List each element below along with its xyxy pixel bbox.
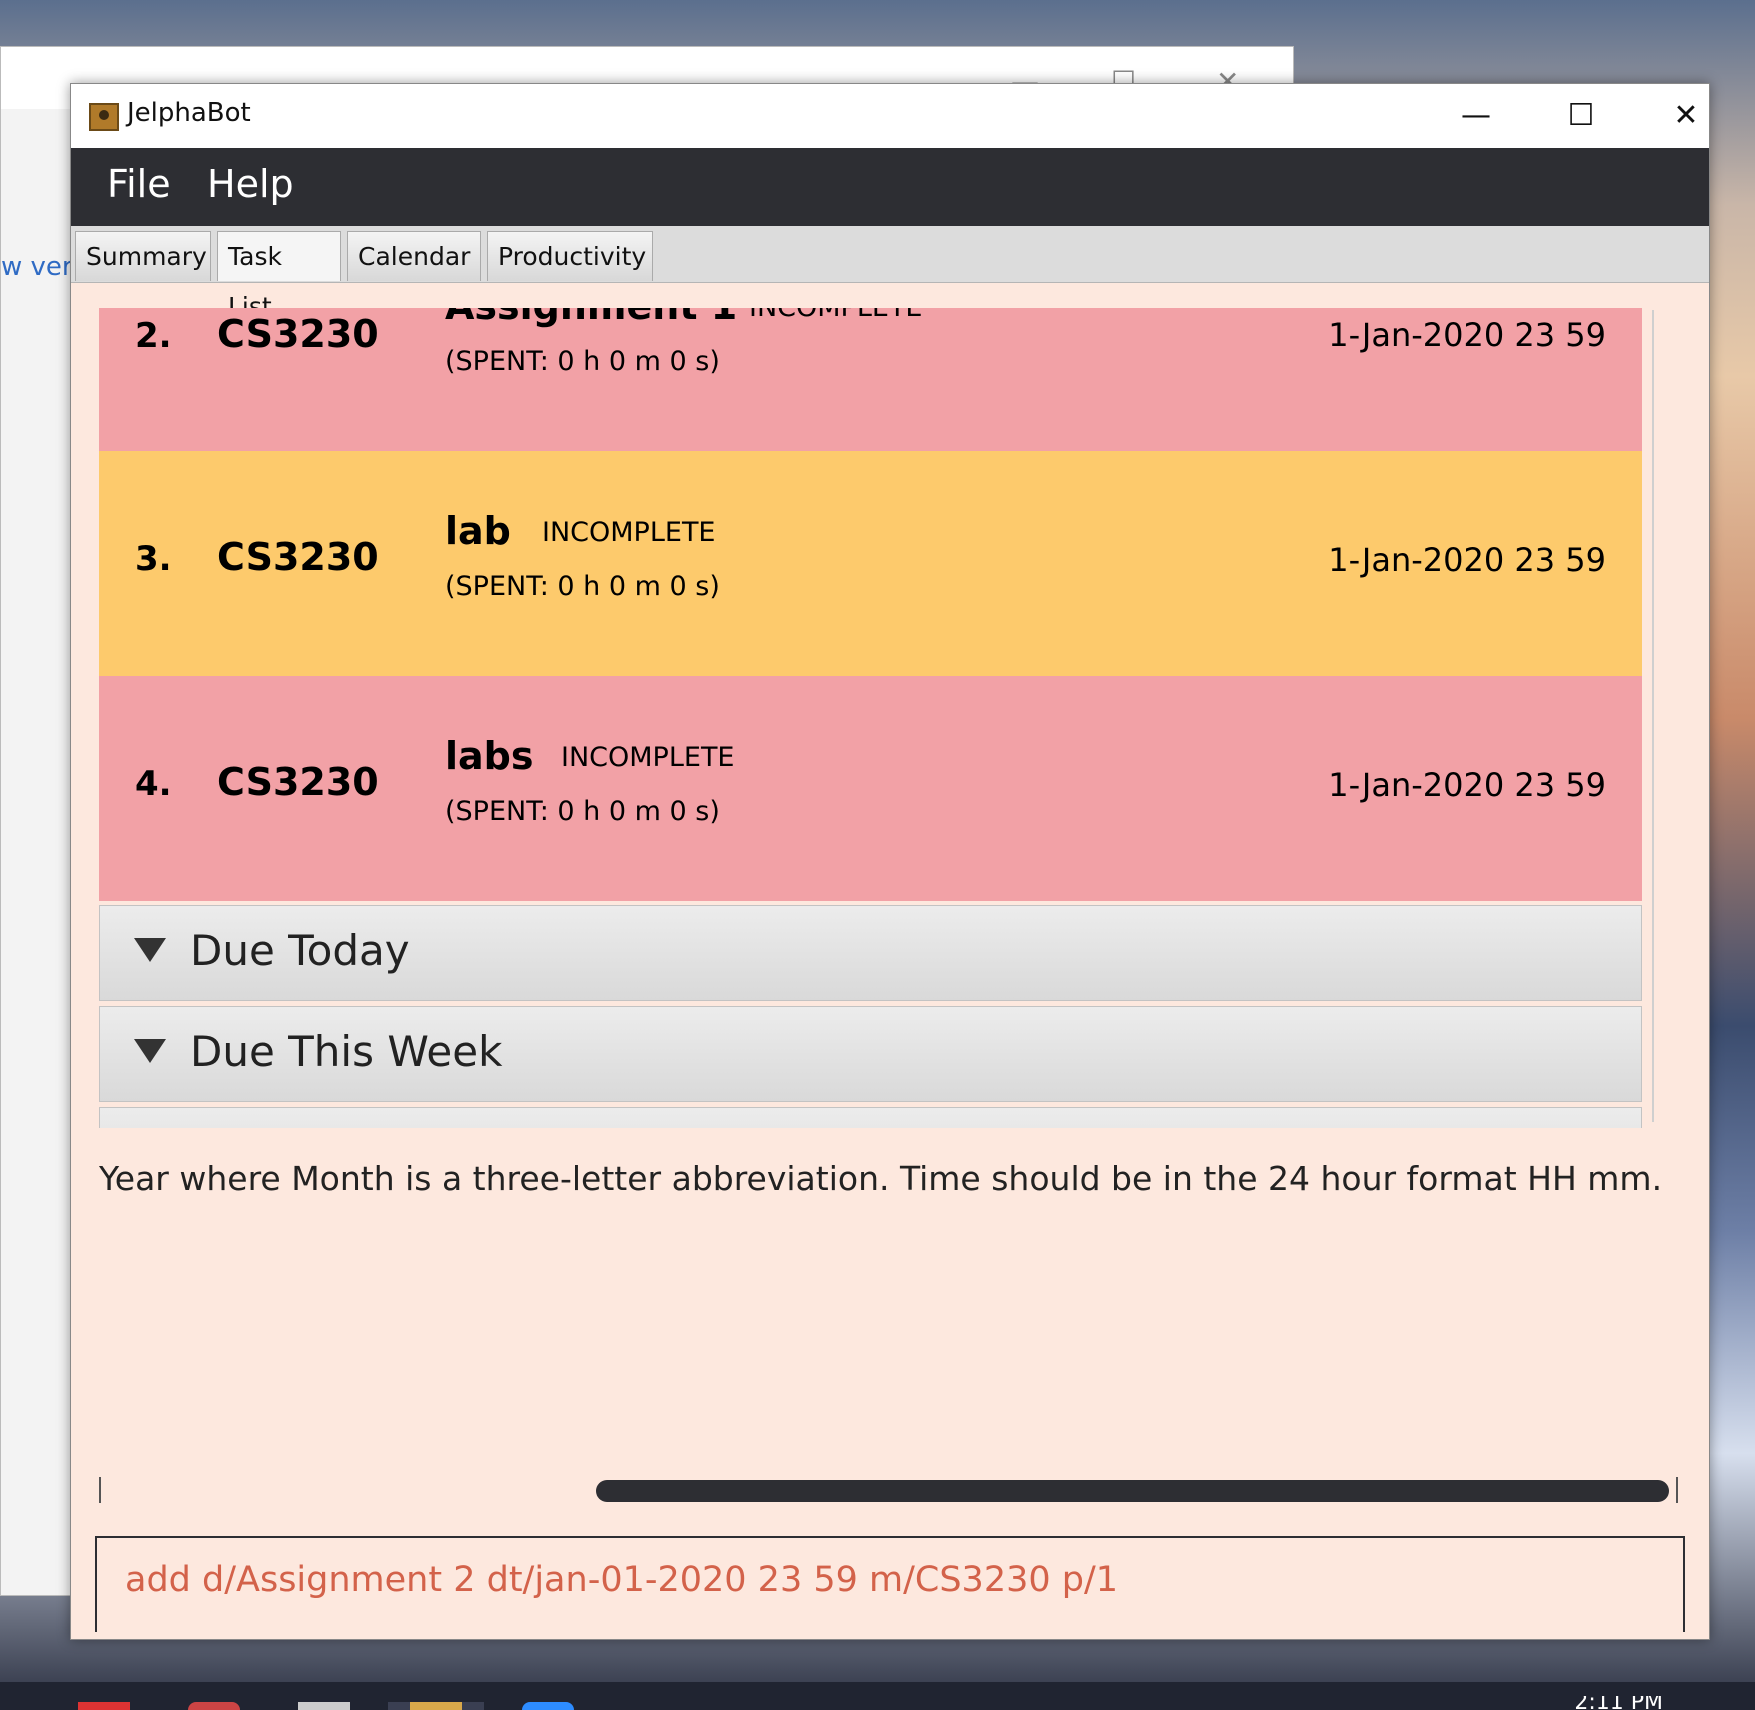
- taskbar-app-icon[interactable]: [522, 1702, 574, 1710]
- menu-bar: File Help: [71, 148, 1709, 226]
- minimize-button[interactable]: —: [1446, 92, 1506, 140]
- task-time-spent: (SPENT: 0 h 0 m 0 s): [445, 346, 720, 377]
- command-box[interactable]: add d/Assignment 2 dt/jan-01-2020 23 59 …: [95, 1536, 1685, 1632]
- tab-productivity[interactable]: Productivity: [487, 231, 653, 281]
- task-status: INCOMPLETE: [749, 308, 923, 323]
- taskbar-app-icon[interactable]: [298, 1702, 350, 1710]
- task-name: lab: [445, 509, 511, 553]
- tab-summary[interactable]: Summary: [75, 231, 211, 281]
- taskbar: 2:11 PM: [0, 1682, 1755, 1710]
- section-title: Due Today: [190, 926, 410, 975]
- task-time-spent: (SPENT: 0 h 0 m 0 s): [445, 571, 720, 602]
- task-module: CS3230: [217, 760, 379, 804]
- task-due-date: 1-Jan-2020 23 59: [1328, 316, 1606, 354]
- task-name: labs: [445, 734, 534, 778]
- task-due-date: 1-Jan-2020 23 59: [1328, 541, 1606, 579]
- collapse-arrow-icon[interactable]: [134, 938, 166, 962]
- task-index: 3.: [135, 539, 172, 579]
- result-horizontal-scrollbar[interactable]: [596, 1480, 1669, 1502]
- list-scrollbar[interactable]: [1652, 310, 1654, 1122]
- close-button[interactable]: ✕: [1656, 92, 1709, 140]
- result-display: Year where Month is a three-letter abbre…: [99, 1159, 1663, 1198]
- tab-task-list[interactable]: Task List: [217, 231, 341, 321]
- command-input[interactable]: add d/Assignment 2 dt/jan-01-2020 23 59 …: [125, 1560, 1118, 1600]
- taskbar-clock[interactable]: 2:11 PM: [1574, 1696, 1663, 1710]
- section-due-today[interactable]: Due Today: [99, 905, 1642, 1001]
- task-due-date: 1-Jan-2020 23 59: [1328, 766, 1606, 804]
- task-card[interactable]: 3. CS3230 lab INCOMPLETE (SPENT: 0 h 0 m…: [99, 451, 1642, 676]
- task-card[interactable]: 4. CS3230 labs INCOMPLETE (SPENT: 0 h 0 …: [99, 676, 1642, 901]
- taskbar-app-icon[interactable]: [78, 1702, 130, 1710]
- collapse-arrow-icon[interactable]: [134, 1039, 166, 1063]
- task-module: CS3230: [217, 535, 379, 579]
- task-status: INCOMPLETE: [542, 517, 716, 548]
- section-due-this-week[interactable]: Due This Week: [99, 1006, 1642, 1102]
- maximize-button[interactable]: ☐: [1551, 92, 1611, 140]
- tab-calendar[interactable]: Calendar: [347, 231, 481, 281]
- section-title: Due This Week: [190, 1027, 503, 1076]
- task-time-spent: (SPENT: 0 h 0 m 0 s): [445, 796, 720, 827]
- task-name: Assignment 1: [445, 308, 737, 328]
- task-status: INCOMPLETE: [561, 742, 735, 773]
- menu-help[interactable]: Help: [207, 162, 294, 206]
- task-list[interactable]: 2. CS3230 Assignment 1 INCOMPLETE (SPENT…: [99, 308, 1681, 1128]
- task-index: 4.: [135, 764, 172, 804]
- title-bar[interactable]: JelphaBot — ☐ ✕: [71, 84, 1709, 148]
- tab-bar: Summary Task List Calendar Productivity: [71, 226, 1709, 321]
- taskbar-app-icon[interactable]: [188, 1702, 240, 1710]
- task-card[interactable]: 2. CS3230 Assignment 1 INCOMPLETE (SPENT…: [99, 308, 1642, 451]
- jelphabot-window: JelphaBot — ☐ ✕ File Help Summary Task L…: [70, 83, 1710, 1640]
- taskbar-app-icon[interactable]: [410, 1702, 462, 1710]
- section-next[interactable]: [99, 1107, 1642, 1128]
- app-logo-icon: [89, 103, 119, 131]
- result-scroll-left-edge: [99, 1477, 101, 1503]
- menu-file[interactable]: File: [107, 162, 171, 206]
- window-title: JelphaBot: [127, 98, 251, 128]
- task-module: CS3230: [217, 312, 379, 356]
- result-scroll-right-edge: [1676, 1477, 1678, 1503]
- task-index: 2.: [135, 316, 172, 356]
